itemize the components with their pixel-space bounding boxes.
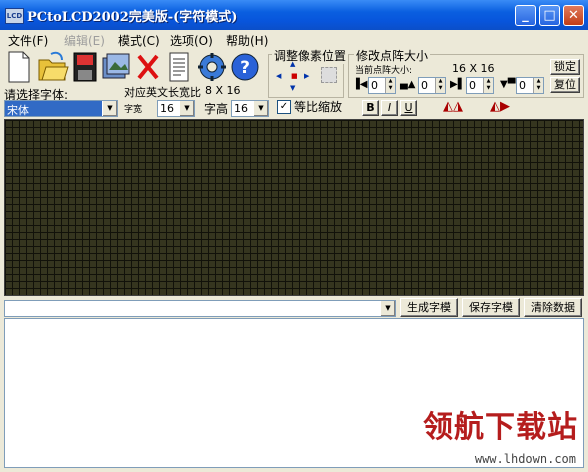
matrix-current-label: 当前点阵大小: xyxy=(355,66,413,76)
ratio-label: 对应英文长宽比 xyxy=(124,86,201,99)
adjust-pixel-title: 调整像素位置 xyxy=(272,47,349,64)
position-preview-icon xyxy=(321,67,337,83)
shrink-bottom-icon: ▼▀ xyxy=(500,79,516,90)
height-value: 16 xyxy=(234,102,248,115)
chevron-down-icon[interactable]: ▼ xyxy=(179,101,194,116)
proportional-label: 等比缩放 xyxy=(294,100,343,114)
ratio-value: 8 X 16 xyxy=(205,84,241,97)
svg-text:?: ? xyxy=(240,58,250,78)
top-spin[interactable]: 0 ▲ ▼ xyxy=(418,77,446,94)
matrix-size-title: 修改点阵大小 xyxy=(354,47,431,64)
window-title: PCtoLCD2002完美版-(字符模式) xyxy=(27,10,238,25)
lock-button[interactable]: 锁定 xyxy=(550,59,580,75)
menu-options[interactable]: 选项(O) xyxy=(170,32,213,49)
font-select[interactable]: 宋体 ▼ xyxy=(4,100,118,117)
move-right-icon[interactable]: ▶ xyxy=(304,72,309,80)
underline-button[interactable]: U xyxy=(400,100,417,116)
bold-button[interactable]: B xyxy=(362,100,379,116)
shrink-right-icon: ▶▌ xyxy=(450,79,466,90)
save-disk-icon[interactable] xyxy=(72,50,98,84)
minimize-button[interactable]: _ xyxy=(515,5,536,26)
menu-mode[interactable]: 模式(C) xyxy=(118,32,160,49)
chevron-down-icon[interactable]: ▼ xyxy=(380,301,395,316)
menu-edit[interactable]: 编辑(E) xyxy=(64,32,105,49)
shrink-top-icon: ▄▲ xyxy=(400,79,416,90)
right-spin[interactable]: 0 ▲ ▼ xyxy=(466,77,494,94)
app-icon: LCD xyxy=(5,8,24,24)
chevron-down-icon[interactable]: ▼ xyxy=(253,101,268,116)
move-center-icon[interactable]: ■ xyxy=(291,72,298,80)
generate-button[interactable]: 生成字模 xyxy=(400,298,458,317)
move-down-icon[interactable]: ▼ xyxy=(290,84,295,92)
font-select-value: 宋体 xyxy=(7,104,29,117)
flip-horizontal-icon[interactable]: ◭◮ xyxy=(443,99,463,114)
help-icon[interactable]: ? xyxy=(229,50,261,84)
watermark-logo: 领航下载站 xyxy=(423,410,578,445)
new-file-icon[interactable] xyxy=(5,50,33,84)
proportional-checkbox[interactable]: ✓ xyxy=(277,100,291,114)
height-label: 字高 xyxy=(204,102,229,116)
pixel-grid-canvas[interactable] xyxy=(4,119,584,296)
width-label: 字宽 xyxy=(124,105,143,115)
close-button[interactable]: ✕ xyxy=(563,5,584,26)
flip-vertical-icon[interactable]: ◭▶ xyxy=(490,99,510,114)
matrix-current-value: 16 X 16 xyxy=(452,62,495,75)
left-spin[interactable]: 0 ▲ ▼ xyxy=(368,77,396,94)
delete-icon[interactable] xyxy=(135,50,161,84)
italic-button[interactable]: I xyxy=(381,100,398,116)
watermark-url: www.lhdown.com xyxy=(474,452,576,466)
menu-file[interactable]: 文件(F) xyxy=(8,32,48,49)
open-folder-icon[interactable] xyxy=(37,50,69,84)
clear-button[interactable]: 清除数据 xyxy=(524,298,582,317)
save-button[interactable]: 保存字模 xyxy=(462,298,520,317)
width-select[interactable]: 16 ▼ xyxy=(157,100,195,117)
bottom-spin[interactable]: 0 ▲ ▼ xyxy=(516,77,544,94)
import-image-icon[interactable] xyxy=(101,50,131,84)
chevron-down-icon[interactable]: ▼ xyxy=(102,101,117,116)
reset-button[interactable]: 复位 xyxy=(550,77,580,93)
move-up-icon[interactable]: ▲ xyxy=(290,60,295,68)
menu-bar: 文件(F) 编辑(E) 模式(C) 选项(O) 帮助(H) xyxy=(0,30,588,48)
maximize-button[interactable]: □ xyxy=(539,5,560,26)
move-left-icon[interactable]: ◀ xyxy=(276,72,281,80)
settings-gear-icon[interactable] xyxy=(196,50,228,84)
output-select[interactable]: ▼ xyxy=(4,300,396,317)
shrink-left-icon: ▐◀ xyxy=(352,79,368,90)
document-icon[interactable] xyxy=(166,50,192,84)
menu-help[interactable]: 帮助(H) xyxy=(226,32,268,49)
width-value: 16 xyxy=(160,102,174,115)
height-select[interactable]: 16 ▼ xyxy=(231,100,269,117)
title-bar[interactable]: LCD PCtoLCD2002完美版-(字符模式) _ □ ✕ xyxy=(0,0,588,30)
